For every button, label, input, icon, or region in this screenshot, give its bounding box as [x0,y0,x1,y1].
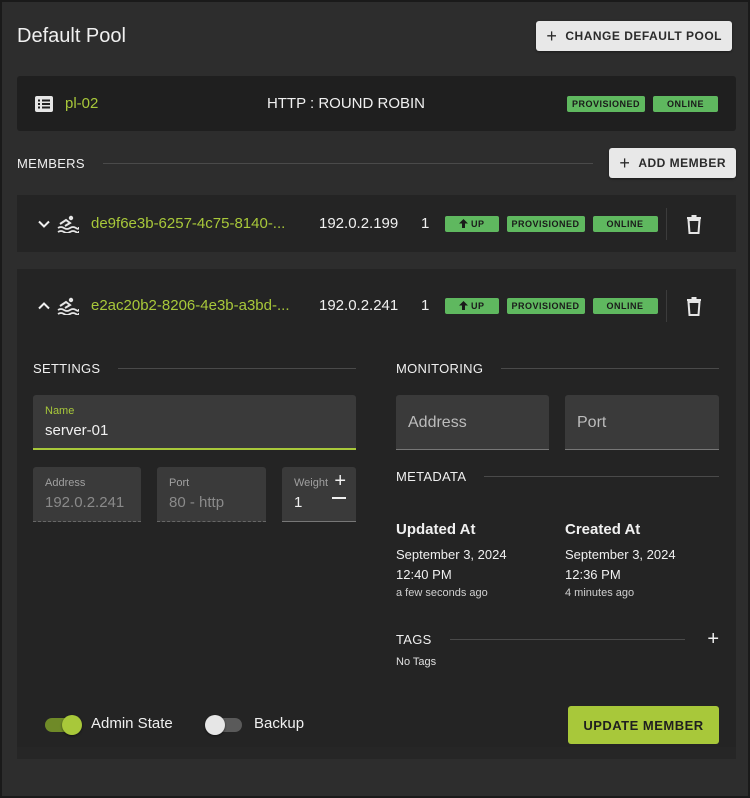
trash-icon [686,214,701,234]
online-badge: ONLINE [592,215,658,232]
member-ip: 192.0.2.199 [319,215,399,232]
online-badge: ONLINE [652,95,718,112]
address-field-value: 192.0.2.241 [45,494,125,511]
chevron-down-icon[interactable] [37,217,51,231]
decrement-icon[interactable] [332,497,346,499]
member-row-expanded: e2ac20b2-8206-4e3b-a3bd-... 192.0.2.241 … [17,269,736,759]
add-member-button[interactable]: + ADD MEMBER [609,148,736,178]
created-at: Created At September 3, 2024 12:36 PM 4 … [565,521,676,599]
delete-member-button[interactable] [684,214,704,234]
weight-field-label: Weight [294,477,329,489]
monitor-port-placeholder: Port [577,414,607,431]
delete-member-button[interactable] [684,296,704,316]
trash-icon [686,296,701,316]
monitor-port-input[interactable]: Port [565,395,719,450]
port-field-value: 80 - http [169,494,225,511]
plus-icon: + [619,153,631,173]
page-title: Default Pool [17,24,126,47]
name-field-label: Name [45,405,75,417]
monitor-address-placeholder: Address [408,414,467,431]
weight-stepper[interactable]: Weight 1 + [282,467,356,522]
member-weight: 1 [421,297,430,314]
address-field-label: Address [45,477,86,489]
provisioned-badge: PROVISIONED [506,297,585,314]
member-row: de9f6e3b-6257-4c75-8140-... 192.0.2.199 … [17,195,736,252]
admin-state-toggle[interactable] [45,715,82,735]
port-field: Port 80 - http [157,467,266,522]
pool-swim-icon [57,215,79,233]
weight-field-value: 1 [294,494,303,511]
member-ip: 192.0.2.241 [319,297,399,314]
up-label: UP [471,300,485,311]
change-default-pool-button[interactable]: + CHANGE DEFAULT POOL [536,21,732,51]
up-badge: UP [445,297,499,314]
up-label: UP [471,218,485,229]
pool-card: pl-02 HTTP : ROUND ROBIN PROVISIONED ONL… [17,76,736,131]
created-at-title: Created At [565,521,641,538]
app-frame: Default Pool + CHANGE DEFAULT POOL pl-02… [0,0,750,798]
backup-toggle[interactable] [205,715,242,735]
increment-icon[interactable]: + [334,470,346,493]
backup-label: Backup [254,715,305,732]
member-name-link[interactable]: de9f6e3b-6257-4c75-8140-... [91,215,319,232]
address-field: Address 192.0.2.241 [33,467,141,522]
updated-at-date: September 3, 2024 [396,547,507,562]
updated-at-relative: a few seconds ago [396,587,488,599]
pool-swim-icon [57,297,79,315]
divider [102,162,594,164]
monitoring-label: MONITORING [396,361,484,376]
pool-protocol: HTTP : ROUND ROBIN [266,95,426,112]
divider [665,289,667,322]
no-tags-text: No Tags [396,656,437,668]
created-at-time: 12:36 PM [565,567,621,582]
admin-state-label: Admin State [91,715,173,732]
chevron-up-icon[interactable] [37,299,51,313]
name-field[interactable]: Name server-01 [33,395,356,450]
member-name-link[interactable]: e2ac20b2-8206-4e3b-a3bd-... [91,297,319,314]
member-weight: 1 [421,215,430,232]
add-member-label: ADD MEMBER [638,156,726,170]
arrow-up-icon [459,219,468,228]
metadata-label: METADATA [396,469,467,484]
settings-label: SETTINGS [33,361,101,376]
updated-at-title: Updated At [396,521,476,538]
tags-label: TAGS [396,631,432,647]
pool-name-link[interactable]: pl-02 [65,95,185,112]
updated-at-time: 12:40 PM [396,567,452,582]
created-at-date: September 3, 2024 [565,547,676,562]
arrow-up-icon [459,301,468,310]
divider [665,207,667,240]
provisioned-badge: PROVISIONED [506,215,585,232]
created-at-relative: 4 minutes ago [565,587,635,599]
header: Default Pool + CHANGE DEFAULT POOL [17,20,732,52]
plus-icon: + [546,26,558,46]
update-member-button[interactable]: UPDATE MEMBER [568,706,719,744]
change-default-pool-label: CHANGE DEFAULT POOL [565,29,722,43]
members-label: MEMBERS [17,155,85,171]
up-badge: UP [445,215,499,232]
add-tag-icon[interactable]: + [707,629,719,649]
provisioned-badge: PROVISIONED [566,95,645,112]
updated-at: Updated At September 3, 2024 12:40 PM a … [396,521,507,599]
name-field-value: server-01 [45,422,109,439]
online-badge: ONLINE [592,297,658,314]
members-header: MEMBERS + ADD MEMBER [17,148,736,178]
list-icon [35,95,53,112]
monitor-address-input[interactable]: Address [396,395,549,450]
port-field-label: Port [169,477,190,489]
